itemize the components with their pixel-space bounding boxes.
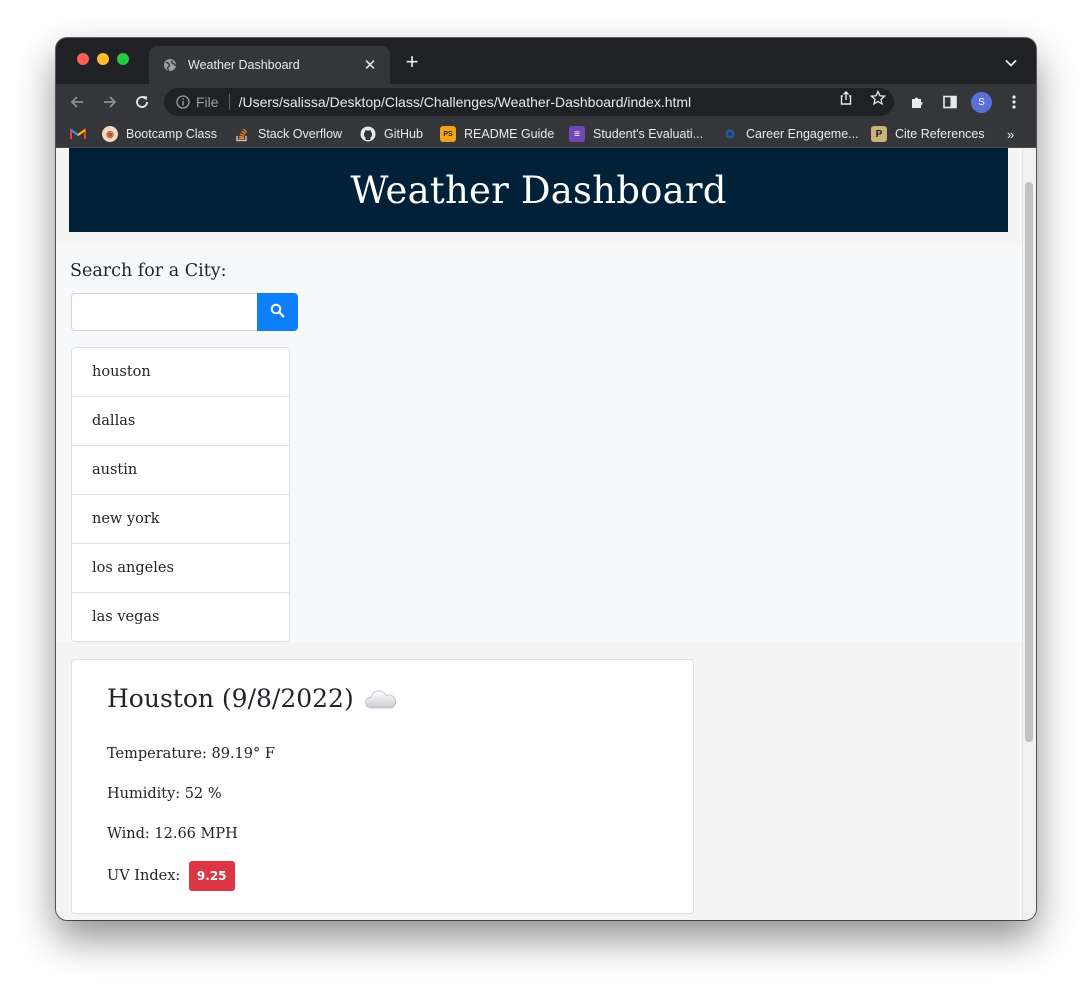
url-divider <box>228 94 230 110</box>
back-arrow-icon[interactable] <box>67 92 87 112</box>
github-icon <box>360 126 376 142</box>
more-bookmarks-chevron-icon[interactable]: » <box>1007 127 1014 142</box>
history-item[interactable]: austin <box>72 446 289 495</box>
kebab-menu-icon[interactable] <box>1005 93 1023 111</box>
history-item[interactable]: dallas <box>72 397 289 446</box>
reload-icon[interactable] <box>132 92 152 112</box>
bookmark-github[interactable]: GitHub <box>360 124 423 144</box>
search-button[interactable] <box>257 293 298 331</box>
url-scheme: File <box>196 94 219 110</box>
search-icon <box>270 303 285 322</box>
tab-search-chevron-icon[interactable] <box>1004 56 1018 70</box>
current-weather-heading: Houston (9/8/2022) <box>107 684 398 713</box>
bookmark-label: Career Engageme... <box>746 127 859 141</box>
bookmarks-bar: ◉ Bootcamp Class Stack Overflow GitHub P… <box>56 120 1036 148</box>
profile-avatar[interactable]: S <box>971 92 992 113</box>
forms-icon: ≡ <box>569 126 585 142</box>
readme-icon: PS <box>440 126 456 142</box>
site-header: Weather Dashboard <box>69 148 1008 232</box>
browser-toolbar: File /Users/salissa/Desktop/Class/Challe… <box>56 84 1036 120</box>
bookmark-label: GitHub <box>384 127 423 141</box>
cloud-icon <box>364 688 398 710</box>
uv-index-row: UV Index: 9.25 <box>107 861 235 891</box>
bookmark-label: README Guide <box>464 127 555 141</box>
bookmark-stack-overflow[interactable]: Stack Overflow <box>234 124 342 144</box>
history-item[interactable]: los angeles <box>72 544 289 593</box>
bookmark-star-icon[interactable] <box>869 89 887 106</box>
close-tab-icon[interactable]: ✕ <box>362 56 378 74</box>
url-text[interactable]: /Users/salissa/Desktop/Class/Challenges/… <box>239 94 692 110</box>
humidity-text: Humidity: 52 % <box>107 786 222 802</box>
page-title: Weather Dashboard <box>350 168 727 212</box>
city-search-input[interactable] <box>71 293 258 331</box>
globe-icon <box>162 57 178 73</box>
extensions-puzzle-icon[interactable] <box>908 93 926 111</box>
cite-icon: P <box>871 126 887 142</box>
bookmark-readme-guide[interactable]: PS README Guide <box>440 124 554 144</box>
minimize-window-button[interactable] <box>97 53 109 65</box>
bookmark-cite-references[interactable]: P Cite References <box>871 124 985 144</box>
side-panel-icon[interactable] <box>941 93 959 111</box>
current-weather-card: Houston (9/8/2022) Temperature: 89.19° F… <box>71 659 694 914</box>
forward-arrow-icon[interactable] <box>100 92 120 112</box>
bootcamp-icon: ◉ <box>102 126 118 142</box>
stackoverflow-icon <box>234 126 250 142</box>
search-section: Search for a City: houston dallas austin… <box>56 244 1022 642</box>
close-window-button[interactable] <box>77 53 89 65</box>
new-tab-button[interactable]: + <box>402 51 422 73</box>
history-item[interactable]: houston <box>72 348 289 397</box>
maximize-window-button[interactable] <box>117 53 129 65</box>
bookmark-label: Stack Overflow <box>258 127 343 141</box>
page-content: Weather Dashboard Search for a City: hou… <box>56 148 1022 920</box>
tab-title: Weather Dashboard <box>188 58 300 72</box>
bookmark-bootcamp[interactable]: ◉ Bootcamp Class <box>102 124 217 144</box>
uv-index-label: UV Index: <box>107 868 181 884</box>
history-item[interactable]: las vegas <box>72 593 289 641</box>
tab-weather-dashboard[interactable]: Weather Dashboard ✕ <box>149 46 390 84</box>
gmail-bookmark[interactable] <box>70 124 94 144</box>
bookmark-label: Cite References <box>895 127 985 141</box>
search-label: Search for a City: <box>70 261 227 281</box>
bookmark-career-engagement[interactable]: Career Engageme... <box>722 124 859 144</box>
wind-text: Wind: 12.66 MPH <box>107 826 238 842</box>
browser-window: Weather Dashboard ✕ + File /Users/saliss… <box>56 38 1036 920</box>
career-icon <box>722 126 738 142</box>
page-viewport: Weather Dashboard Search for a City: hou… <box>56 148 1036 920</box>
current-city-date: Houston (9/8/2022) <box>107 684 354 713</box>
bookmark-student-evaluation[interactable]: ≡ Student's Evaluati... <box>569 124 703 144</box>
bookmark-label: Student's Evaluati... <box>593 127 704 141</box>
search-history-list: houston dallas austin new york los angel… <box>71 347 290 642</box>
uv-index-badge: 9.25 <box>188 861 235 891</box>
temperature-text: Temperature: 89.19° F <box>107 746 275 762</box>
scrollbar-thumb[interactable] <box>1025 182 1033 742</box>
tab-strip: Weather Dashboard ✕ + <box>56 38 1036 84</box>
share-icon[interactable] <box>838 90 854 106</box>
gmail-icon <box>70 126 86 142</box>
bookmark-label: Bootcamp Class <box>126 127 218 141</box>
address-bar[interactable]: File /Users/salissa/Desktop/Class/Challe… <box>164 88 894 116</box>
info-icon[interactable] <box>176 95 190 109</box>
history-item[interactable]: new york <box>72 495 289 544</box>
